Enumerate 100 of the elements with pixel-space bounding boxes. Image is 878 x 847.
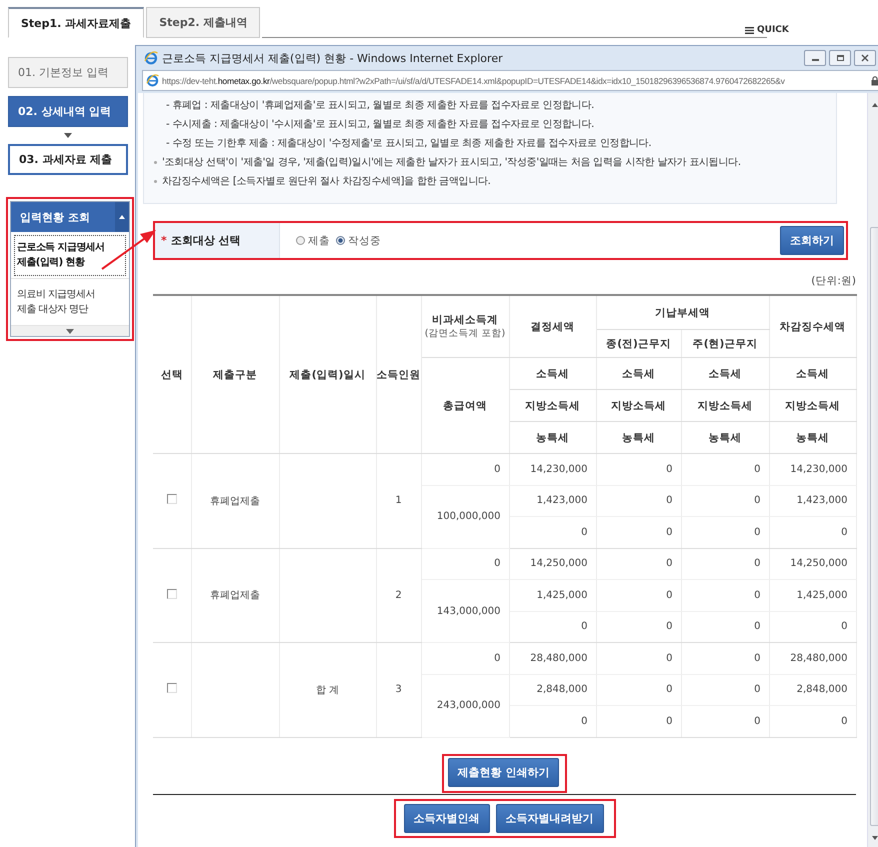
column-header: 비과세소득계 [431,313,499,327]
step-item[interactable]: 03. 과세자료 제출 [8,144,128,175]
url-text: https://dev-teht.hometax.go.kr/websquare/popup.html?w2xPath=/ui/sf/a/d/UTESFADE14.xml&popupID=UTESFADE14&idx=idx10_15018296396536874.9760472682265&v [162,76,786,86]
table-cell: 0 [769,706,856,737]
minimize-button[interactable] [804,50,826,66]
table-cell: 휴폐업제출 [210,590,260,602]
column-header: 농특세 [769,422,856,454]
table-cell: 0 [769,611,856,642]
table-cell: 1 [376,454,421,548]
column-header: 지방소득세 [769,390,856,422]
table-cell: 14,250,000 [769,548,856,580]
note-text: - 수정 또는 기한후 제출 : 제출대상이 '수정제출'로 표시되고, 일별로 최종 제출한 자료를 접수자료로 인정합니다. [166,137,652,151]
page-tab[interactable]: Step2. 제출내역 [146,7,260,38]
collapse-button[interactable] [115,202,129,232]
table-cell: 0 [596,611,681,642]
table-cell: 0 [596,706,681,737]
quick-menu-label[interactable]: QUICK [757,25,789,35]
radio-button[interactable] [296,236,305,245]
column-header: 소득세 [509,358,596,390]
radio-option[interactable]: 작성중 [336,234,381,248]
column-header: 소득세 [596,358,681,390]
column-header: 소득인원 [376,295,421,454]
table-cell: 0 [681,611,769,642]
panel-link[interactable]: 근로소득 지급명세서 제출(입력) 현황 [11,232,129,279]
column-header: 농특세 [509,422,596,454]
address-bar[interactable]: https://dev-teht.hometax.go.kr/websquare/popup.html?w2xPath=/ui/sf/a/d/UTESFADE14.xml&popupID=UTESFADE14&idx=idx10_15018296396536874.9760472682265&v [142,70,878,91]
row-checkbox[interactable] [166,588,177,599]
column-header: 총급여액 [421,358,509,454]
action-button[interactable]: 소득자별내려받기 [496,804,604,832]
total-label: 합 계 [316,684,340,696]
window-title: 근로소득 지급명세서 제출(입력) 현황 - Windows Internet Explorer [162,50,504,66]
column-header: 지방소득세 [596,390,681,422]
table-cell: 0 [596,642,681,674]
column-header: 결정세액 [509,295,596,358]
row-checkbox[interactable] [166,683,177,694]
table-cell: 2 [376,548,421,642]
table-cell: 0 [509,706,596,737]
column-header: 차감징수세액 [769,295,856,358]
column-header: 종(전)근무지 [596,330,681,358]
table-cell: 0 [681,674,769,706]
caret-icon [119,215,125,219]
table-cell: 1,425,000 [769,580,856,611]
table-cell: 0 [681,580,769,611]
close-button[interactable] [854,50,876,66]
table-cell: 0 [421,454,509,485]
table-cell: 0 [681,454,769,485]
page-tab[interactable]: Step1. 과세자료제출 [8,7,144,38]
note-text: '조회대상 선택'이 '제출'일 경우, '제출(입력)일시'에는 제출한 날자가 표시되고, '작성중'일때는 처음 입력을 시작한 날자가 표시됩니다. [162,156,741,170]
column-header: 선택 [153,295,191,454]
action-button[interactable]: 소득자별인쇄 [404,804,490,832]
radio-option[interactable]: 제출 [296,234,330,248]
radio-label: 제출 [308,234,330,248]
table-cell: 28,480,000 [509,642,596,674]
row-checkbox[interactable] [166,494,177,504]
table-cell: 0 [596,454,681,485]
column-header: 소득세 [769,358,856,390]
table-cell: 0 [509,611,596,642]
field-label: 조회대상 선택 [170,233,241,248]
table-cell: 143,000,000 [421,580,509,642]
panel-title: 입력현황 조회 [19,210,91,226]
table-cell: 100,000,000 [421,485,509,548]
column-header: 농특세 [681,422,769,454]
note-text: - 휴폐업 : 제출대상이 '휴폐업제출'로 표시되고, 월별로 최종 제출한 자료를 접수자료로 인정합니다. [166,99,594,113]
print-button[interactable]: 제출현황 인쇄하기 [448,758,560,786]
required-mark: * [161,234,167,247]
table-cell: 14,230,000 [509,454,596,485]
scroll-up-icon[interactable] [872,103,878,107]
column-header: 지방소득세 [681,390,769,422]
table-cell: 0 [681,516,769,548]
maximize-icon [836,55,844,61]
scroll-down-icon[interactable] [872,836,878,840]
column-header: 기납부세액 [596,295,769,330]
maximize-button[interactable] [829,50,851,66]
table-cell: 0 [596,485,681,516]
radio-button[interactable] [336,236,345,245]
table-cell: 3 [376,642,421,737]
table-cell: 0 [421,548,509,580]
table-cell: 0 [596,516,681,548]
table-cell: 14,250,000 [509,548,596,580]
table-cell: 0 [681,706,769,737]
note-text: - 수시제출 : 제출대상이 '수시제출'로 표시되고, 월별로 최종 제출한 자료를 접수자료로 인정합니다. [166,118,594,132]
column-header: 제출(입력)일시 [279,295,376,454]
table-cell: 0 [596,674,681,706]
browser-logo-icon [144,51,158,65]
column-header: 지방소득세 [509,390,596,422]
table-cell: 2,848,000 [509,674,596,706]
bullet-icon [154,161,157,164]
minimize-icon [812,59,818,61]
step-item[interactable]: 02. 상세내역 입력 [8,96,128,127]
step-item[interactable]: 01. 기본정보 입력 [8,57,128,88]
table-cell: 0 [509,516,596,548]
table-cell: 1,423,000 [769,485,856,516]
column-header: 주(현)근무지 [681,330,769,358]
search-button[interactable]: 조회하기 [780,226,844,255]
table-cell: 243,000,000 [421,674,509,737]
table-cell: 0 [681,642,769,674]
column-note: (감면소득계 포함) [424,327,506,340]
radio-label: 작성중 [348,234,381,248]
scroll-down-icon[interactable] [66,328,74,334]
table-cell: 2,848,000 [769,674,856,706]
